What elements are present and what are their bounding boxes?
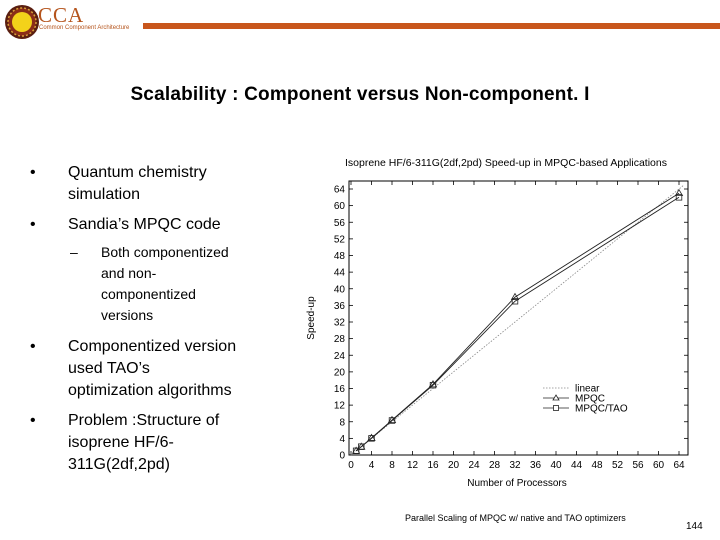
x-tick-label: 16 — [427, 460, 439, 471]
x-tick-label: 0 — [348, 460, 354, 471]
bullet-text-line: Quantum chemistry — [68, 164, 207, 181]
series-line-mpqc-tao — [355, 196, 680, 452]
y-tick-label: 28 — [334, 334, 346, 345]
y-tick-label: 52 — [334, 234, 346, 245]
bullet-marker: • — [30, 412, 36, 429]
y-axis-label: Speed-up — [306, 296, 317, 340]
logo-subtitle: Common Component Architecture — [39, 25, 130, 31]
x-tick-label: 44 — [571, 460, 583, 471]
y-tick-label: 0 — [339, 451, 345, 462]
bullet-text-line: Sandia’s MPQC code — [68, 216, 221, 233]
x-tick-label: 40 — [550, 460, 562, 471]
y-tick-label: 32 — [334, 318, 346, 329]
sub-bullet-text-line: and non- — [101, 265, 157, 281]
bullet-marker: • — [30, 216, 36, 233]
bullet-item: • Problem :Structure of isoprene HF/6- 311G… — [30, 410, 300, 476]
legend-square-marker — [553, 405, 559, 411]
y-tick-label: 36 — [334, 301, 346, 312]
x-tick-label: 56 — [632, 460, 644, 471]
bullet-item: • Componentized version used TAO’s optimiza… — [30, 336, 300, 402]
bullet-item: • Quantum chemistry simulation — [30, 162, 300, 206]
y-tick-label: 56 — [334, 218, 346, 229]
speedup-chart: Isoprene HF/6-311G(2df,2pd) Speed-up in … — [306, 157, 689, 489]
y-tick-label: 48 — [334, 251, 346, 262]
header-divider-bar — [143, 23, 720, 29]
legend-triangle-marker — [552, 394, 560, 401]
y-tick-label: 8 — [339, 417, 345, 428]
x-tick-label: 32 — [509, 460, 521, 471]
y-tick-label: 24 — [334, 351, 346, 362]
chart-caption: Parallel Scaling of MPQC w/ native and T… — [405, 513, 626, 523]
x-tick-label: 48 — [591, 460, 603, 471]
bullet-text-line: Problem :Structure of — [68, 412, 220, 429]
cca-logo-icon — [5, 5, 39, 39]
bullet-text-line: Componentized version — [68, 338, 237, 355]
x-tick-label: 52 — [612, 460, 624, 471]
x-tick-label: 8 — [389, 460, 395, 471]
sub-bullet-text-line: componentized — [101, 286, 196, 302]
y-tick-label: 60 — [334, 201, 346, 212]
series-line-mpqc — [355, 192, 680, 452]
sub-bullet-marker: – — [70, 244, 78, 260]
sub-bullet-text-line: versions — [101, 307, 154, 323]
bullet-list: • Quantum chemistry simulation • Sandia’s MP… — [30, 162, 300, 484]
y-tick-label: 44 — [334, 268, 346, 279]
y-tick-label: 20 — [334, 367, 346, 378]
x-tick-label: 64 — [673, 460, 685, 471]
sub-bullet-item: – Both componentized and non-componentized… — [30, 242, 300, 326]
bullet-text-line: 311G(2df,2pd) — [68, 456, 170, 473]
x-tick-label: 24 — [468, 460, 480, 471]
slide-title: Scalability : Component versus Non-compo… — [130, 84, 590, 105]
x-tick-label: 20 — [448, 460, 460, 471]
bullet-text-line: used TAO’s — [68, 360, 150, 377]
x-tick-label: 60 — [653, 460, 665, 471]
x-tick-label: 4 — [369, 460, 375, 471]
x-tick-label: 36 — [530, 460, 542, 471]
bullet-text-line: simulation — [68, 186, 141, 203]
legend-label: MPQC/TAO — [575, 404, 628, 415]
y-tick-label: 64 — [334, 185, 346, 196]
bullet-item: • Sandia’s MPQC code — [30, 214, 300, 236]
y-tick-label: 4 — [339, 434, 345, 445]
sub-bullet-text-line: Both componentized — [101, 244, 229, 260]
y-tick-label: 12 — [334, 401, 346, 412]
bullet-marker: • — [30, 338, 36, 355]
bullet-text-line: isoprene HF/6- — [68, 434, 174, 451]
x-axis-label: Number of Processors — [467, 478, 566, 489]
x-tick-label: 28 — [489, 460, 501, 471]
chart-title: Isoprene HF/6-311G(2df,2pd) Speed-up in … — [345, 157, 667, 169]
y-tick-label: 16 — [334, 384, 346, 395]
bullet-text-line: optimization algorithms — [68, 382, 232, 399]
bullet-marker: • — [30, 164, 36, 181]
y-tick-label: 40 — [334, 284, 346, 295]
x-tick-label: 12 — [407, 460, 419, 471]
page-number: 144 — [686, 521, 703, 532]
